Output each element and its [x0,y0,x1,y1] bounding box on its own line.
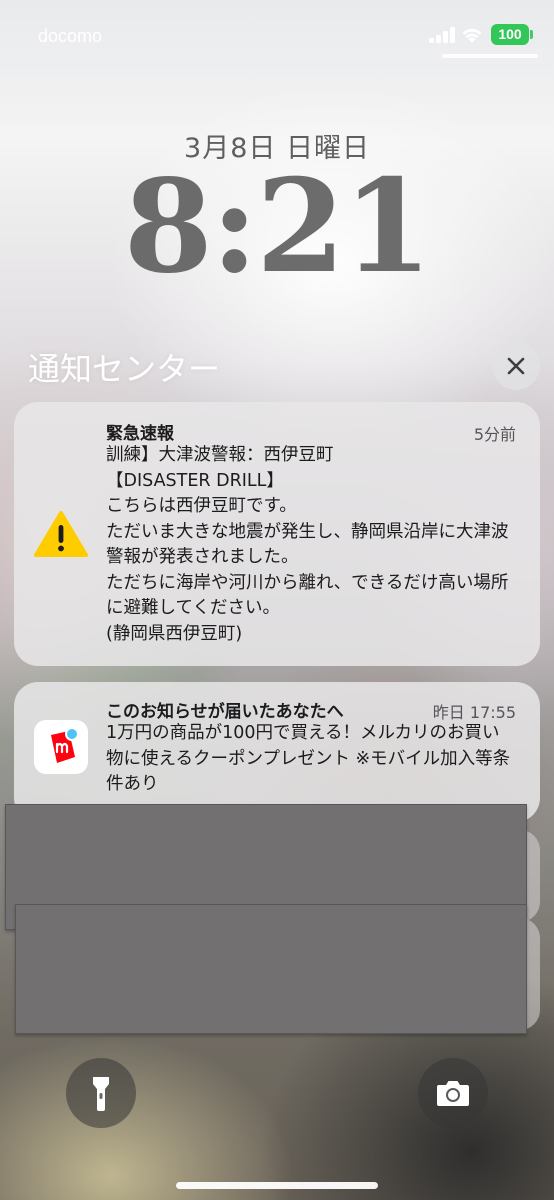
notification-body: 1万円の商品が100円で買える！メルカリのお買い物に使えるクーポンプレゼント ※… [106,723,511,794]
camera-icon [437,1081,469,1106]
notification-title: このお知らせが届いたあなたへ [106,702,344,722]
redacted-notification[interactable] [15,904,527,1034]
status-bar: docomo 100 [0,0,554,64]
control-center-grabber[interactable] [442,54,538,58]
warning-icon [34,511,88,557]
notification-mercari[interactable]: このお知らせが届いたあなたへ 昨日 17:55 1万円の商品が100円で買える！… [14,682,540,822]
notification-center-title: 通知センター [28,350,221,388]
camera-button[interactable] [418,1058,488,1128]
wifi-icon [462,28,482,43]
notification-time: 5分前 [473,425,516,444]
battery-icon: 100 [491,24,529,45]
signal-icon [429,27,455,43]
notification-emergency-alert[interactable]: 緊急速報 5分前 訓練】大津波警報：西伊豆町 【DISASTER DRILL】 … [14,402,540,666]
lock-clock: 8:21 [123,152,432,302]
flashlight-button[interactable] [66,1058,136,1128]
notification-time: 昨日 17:55 [432,703,516,722]
notification-body: 訓練】大津波警報：西伊豆町 【DISASTER DRILL】 こちらは西伊豆町で… [106,445,509,644]
clear-notifications-button[interactable] [492,342,540,390]
mercari-icon [34,720,88,774]
home-indicator[interactable] [176,1182,378,1189]
notification-title: 緊急速報 [106,424,174,444]
flashlight-icon [93,1077,109,1111]
close-icon [507,357,525,375]
carrier-label: docomo [38,26,103,46]
battery-nub [530,30,533,39]
